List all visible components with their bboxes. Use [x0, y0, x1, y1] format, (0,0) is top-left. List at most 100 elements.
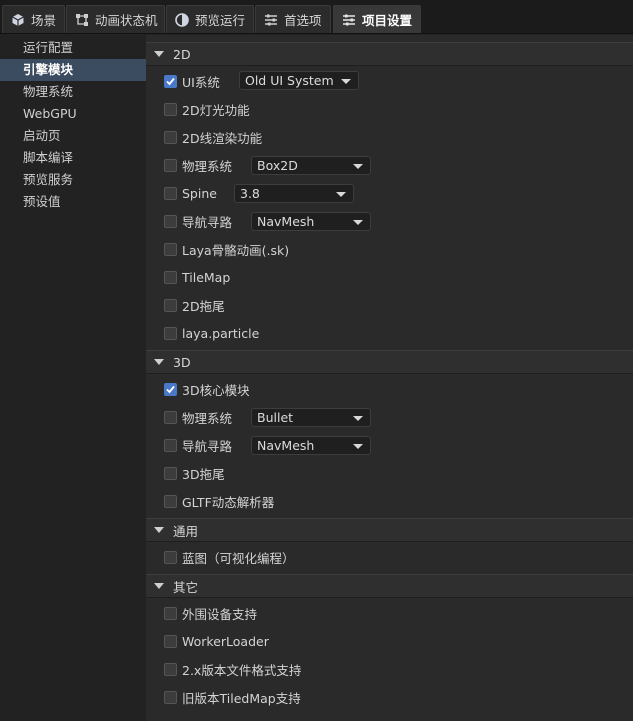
check-icon	[166, 77, 175, 85]
select-value: NavMesh	[257, 438, 315, 453]
chevron-down-icon	[353, 416, 363, 421]
sidebar-item-run-config[interactable]: 运行配置	[0, 37, 146, 59]
tab-preferences[interactable]: 首选项	[255, 5, 331, 33]
checkbox-tiledmap[interactable]	[164, 690, 177, 704]
section-header-common[interactable]: 通用	[146, 518, 633, 542]
checkbox-3d-core[interactable]	[164, 382, 177, 396]
label-worker-loader: WorkerLoader	[182, 633, 269, 649]
label-3d-physics: 物理系统	[182, 410, 233, 426]
select-ui-system[interactable]: Old UI System	[239, 71, 359, 90]
checkbox-laya-skeleton[interactable]	[164, 242, 177, 256]
tab-label: 预览运行	[195, 13, 246, 28]
module-row-gltf: GLTF动态解析器	[164, 490, 274, 512]
animator-icon	[75, 13, 89, 27]
checkbox-3d-physics[interactable]	[164, 410, 177, 424]
label-3d-nav: 导航寻路	[182, 438, 233, 454]
module-row-2d-line: 2D线渲染功能	[164, 126, 262, 148]
select-spine-version[interactable]: 3.8	[234, 184, 354, 203]
section-title: 2D	[173, 46, 191, 62]
sidebar-item-webgpu[interactable]: WebGPU	[0, 103, 146, 125]
sidebar-item-presets[interactable]: 预设值	[0, 191, 146, 213]
checkbox-2d-line[interactable]	[164, 130, 177, 144]
checkbox-2d-physics[interactable]	[164, 158, 177, 172]
module-row-3d-trail: 3D拖尾	[164, 462, 225, 484]
checkbox-gltf[interactable]	[164, 494, 177, 508]
cube-icon	[11, 13, 25, 27]
chevron-down-icon	[341, 79, 351, 84]
checkbox-2d-light[interactable]	[164, 102, 177, 116]
tab-scene[interactable]: 场景	[2, 5, 65, 33]
label-2d-nav: 导航寻路	[182, 214, 233, 230]
settings-sidebar: 运行配置 引擎模块 物理系统 WebGPU 启动页 脚本编译 预览服务 预设值	[0, 35, 146, 721]
label-2d-trail: 2D拖尾	[182, 298, 225, 314]
module-row-2d-nav: 导航寻路	[164, 210, 232, 232]
label-spine: Spine	[182, 185, 217, 201]
select-value: Bullet	[257, 410, 294, 425]
section-header-other[interactable]: 其它	[146, 574, 633, 598]
chevron-down-icon	[336, 192, 346, 197]
sliders-icon	[342, 13, 356, 27]
checkbox-2d-trail[interactable]	[164, 298, 177, 312]
module-row-particle: laya.particle	[164, 322, 259, 344]
tab-label: 项目设置	[362, 13, 413, 28]
section-header-3d[interactable]: 3D	[146, 350, 633, 374]
section-title: 3D	[173, 354, 191, 370]
checkbox-device[interactable]	[164, 606, 177, 620]
tab-project-settings[interactable]: 项目设置	[333, 5, 421, 33]
checkbox-3d-trail[interactable]	[164, 466, 177, 480]
sidebar-item-physics[interactable]: 物理系统	[0, 81, 146, 103]
module-row-2d-light: 2D灯光功能	[164, 98, 250, 120]
module-row-3d-nav: 导航寻路	[164, 434, 232, 456]
select-value: 3.8	[240, 186, 260, 201]
module-row-3d-core: 3D核心模块	[164, 378, 250, 400]
section-title: 通用	[173, 523, 199, 539]
tab-bar: 场景 动画状态机 预览运行 首选项 项目设置	[0, 0, 633, 34]
check-icon	[166, 385, 175, 393]
sidebar-item-script-compile[interactable]: 脚本编译	[0, 147, 146, 169]
label-particle: laya.particle	[182, 325, 260, 341]
tab-label: 动画状态机	[95, 13, 158, 28]
module-row-ui: UI系统	[164, 70, 220, 92]
module-row-blueprint: 蓝图（可视化编程）	[164, 546, 295, 568]
preview-icon	[175, 12, 189, 27]
checkbox-tilemap[interactable]	[164, 270, 177, 284]
module-row-2d-physics: 物理系统	[164, 154, 232, 176]
sidebar-item-preview-service[interactable]: 预览服务	[0, 169, 146, 191]
sliders-icon	[264, 13, 278, 27]
module-row-laya-skeleton: Laya骨骼动画(.sk)	[164, 238, 289, 260]
collapse-triangle-icon	[154, 51, 164, 57]
collapse-triangle-icon	[154, 583, 164, 589]
checkbox-blueprint[interactable]	[164, 550, 177, 564]
checkbox-ui-system[interactable]	[164, 74, 177, 88]
sidebar-item-engine-modules[interactable]: 引擎模块	[0, 59, 146, 81]
module-row-tiledmap: 旧版本TiledMap支持	[164, 686, 301, 708]
label-ui-system: UI系统	[182, 74, 220, 90]
section-header-2d[interactable]: 2D	[146, 42, 633, 66]
checkbox-format-2x[interactable]	[164, 662, 177, 676]
label-2d-line: 2D线渲染功能	[182, 130, 263, 146]
module-row-3d-physics: 物理系统	[164, 406, 232, 428]
tab-label: 首选项	[284, 13, 322, 28]
select-2d-physics[interactable]: Box2D	[251, 156, 371, 175]
select-3d-nav[interactable]: NavMesh	[251, 436, 371, 455]
select-value: NavMesh	[257, 214, 315, 229]
select-3d-physics[interactable]: Bullet	[251, 408, 371, 427]
tab-label: 场景	[31, 13, 57, 28]
label-tilemap: TileMap	[182, 269, 231, 285]
collapse-triangle-icon	[154, 359, 164, 365]
label-2d-physics: 物理系统	[182, 158, 233, 174]
checkbox-3d-nav[interactable]	[164, 438, 177, 452]
select-2d-nav[interactable]: NavMesh	[251, 212, 371, 231]
checkbox-particle[interactable]	[164, 326, 177, 340]
engine-modules-panel: 2D UI系统 Old UI System 2D灯光功能 2D线渲染功能 物理系…	[146, 35, 633, 721]
tab-preview[interactable]: 预览运行	[166, 5, 254, 33]
tab-animator[interactable]: 动画状态机	[66, 5, 165, 33]
label-2d-light: 2D灯光功能	[182, 102, 250, 118]
chevron-down-icon	[353, 444, 363, 449]
checkbox-spine[interactable]	[164, 186, 177, 200]
checkbox-2d-nav[interactable]	[164, 214, 177, 228]
label-device: 外围设备支持	[182, 606, 258, 622]
module-row-format-2x: 2.x版本文件格式支持	[164, 658, 301, 680]
checkbox-worker-loader[interactable]	[164, 634, 177, 648]
sidebar-item-splash[interactable]: 启动页	[0, 125, 146, 147]
